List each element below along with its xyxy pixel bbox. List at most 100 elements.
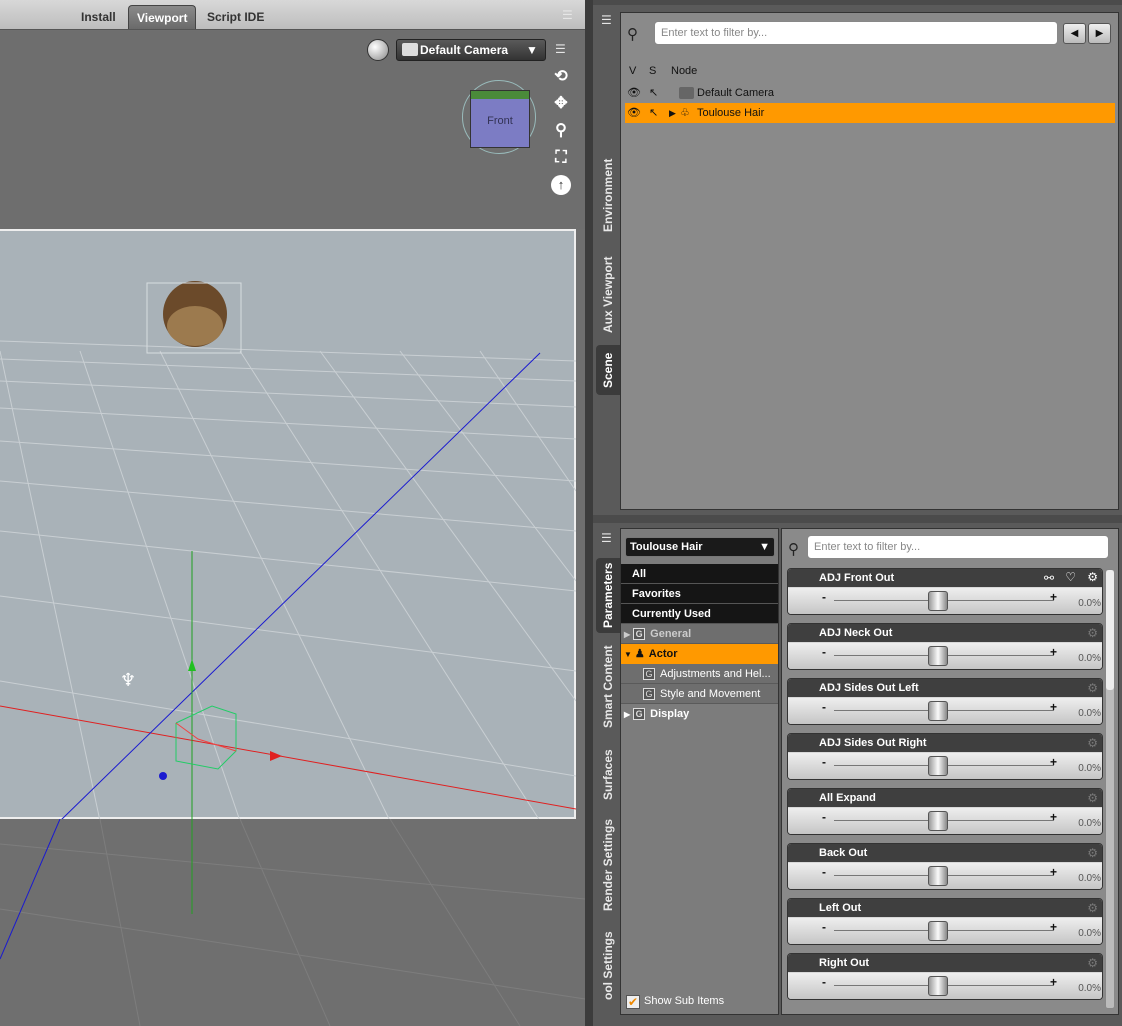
orbit-icon[interactable]: ⟲ xyxy=(551,67,571,87)
draw-style-icon[interactable] xyxy=(367,39,389,61)
increment-icon[interactable]: + xyxy=(1050,975,1057,989)
pan-icon[interactable]: ✥ xyxy=(551,94,571,114)
reset-icon[interactable]: ↑ xyxy=(551,175,571,195)
group-favorites[interactable]: Favorites xyxy=(621,584,778,604)
tab-render-settings[interactable]: Render Settings xyxy=(596,815,620,915)
group-actor[interactable]: ▼ ♟ Actor xyxy=(621,644,778,664)
decrement-icon[interactable]: - xyxy=(822,975,826,989)
scene-filter-input[interactable]: Enter text to filter by... xyxy=(654,21,1058,45)
slider-track[interactable]: - +0.0% xyxy=(788,588,1102,614)
increment-icon[interactable]: + xyxy=(1050,755,1057,769)
slider-knob[interactable] xyxy=(928,866,948,886)
tab-scene[interactable]: Scene xyxy=(596,345,620,395)
tab-aux-viewport[interactable]: Aux Viewport xyxy=(596,250,620,340)
slider-knob[interactable] xyxy=(928,756,948,776)
collapse-arrow-icon[interactable]: ▼ xyxy=(624,650,632,659)
slider-back-out[interactable]: Back Out ⚙ - +0.0% xyxy=(787,843,1103,890)
slider-knob[interactable] xyxy=(928,811,948,831)
slider-adj-sides-out-right[interactable]: ADJ Sides Out Right ⚙ - +0.0% xyxy=(787,733,1103,780)
slider-knob[interactable] xyxy=(928,591,948,611)
tab-script-ide[interactable]: Script IDE xyxy=(199,5,272,29)
slider-knob[interactable] xyxy=(928,701,948,721)
decrement-icon[interactable]: - xyxy=(822,865,826,879)
tab-surfaces[interactable]: Surfaces xyxy=(596,745,620,805)
slider-knob[interactable] xyxy=(928,921,948,941)
slider-right-out[interactable]: Right Out ⚙ - +0.0% xyxy=(787,953,1103,1000)
slider-value[interactable]: 0.0% xyxy=(1078,983,1101,994)
group-currently-used[interactable]: Currently Used xyxy=(621,604,778,624)
gear-icon[interactable]: ⚙ xyxy=(1087,736,1098,750)
decrement-icon[interactable]: - xyxy=(822,810,826,824)
slider-value[interactable]: 0.0% xyxy=(1078,708,1101,719)
col-visible[interactable]: V xyxy=(629,65,636,77)
slider-knob[interactable] xyxy=(928,646,948,666)
link-icon[interactable]: ⚯ xyxy=(1044,571,1054,585)
slider-adj-front-out[interactable]: ADJ Front Out ⚯ ♡ ⚙ - +0.0% xyxy=(787,568,1103,615)
pane-menu-icon[interactable]: ☰ xyxy=(562,8,578,22)
tab-smart-content[interactable]: Smart Content xyxy=(596,641,620,733)
slider-knob[interactable] xyxy=(928,976,948,996)
slider-value[interactable]: 0.0% xyxy=(1078,653,1101,664)
slider-track[interactable]: - +0.0% xyxy=(788,918,1102,944)
decrement-icon[interactable]: - xyxy=(822,590,826,604)
gear-icon[interactable]: ⚙ xyxy=(1087,846,1098,860)
gear-icon[interactable]: ⚙ xyxy=(1087,956,1098,970)
increment-icon[interactable]: + xyxy=(1050,645,1057,659)
scene-menu-icon[interactable]: ☰ xyxy=(601,13,617,27)
decrement-icon[interactable]: - xyxy=(822,755,826,769)
view-cube[interactable]: Front xyxy=(470,90,530,148)
increment-icon[interactable]: + xyxy=(1050,920,1057,934)
slider-track[interactable]: - +0.0% xyxy=(788,698,1102,724)
slider-left-out[interactable]: Left Out ⚙ - +0.0% xyxy=(787,898,1103,945)
eye-icon[interactable]: 👁 xyxy=(627,83,641,103)
slider-adj-sides-out-left[interactable]: ADJ Sides Out Left ⚙ - +0.0% xyxy=(787,678,1103,725)
increment-icon[interactable]: + xyxy=(1050,700,1057,714)
tab-tool-settings[interactable]: ool Settings xyxy=(596,928,620,1003)
col-node[interactable]: Node xyxy=(671,65,697,77)
zoom-icon[interactable]: ⚲ xyxy=(551,121,571,141)
increment-icon[interactable]: + xyxy=(1050,590,1057,604)
filter-next-button[interactable]: ▶ xyxy=(1088,23,1111,44)
select-arrow-icon[interactable]: ↖ xyxy=(649,103,658,123)
camera-select[interactable]: Default Camera ▼ xyxy=(396,39,546,61)
tab-environment[interactable]: Environment xyxy=(596,145,620,245)
params-menu-icon[interactable]: ☰ xyxy=(601,531,617,545)
expand-arrow-icon[interactable]: ▶ xyxy=(624,710,630,719)
group-general[interactable]: ▶ G General xyxy=(621,624,778,644)
slider-value[interactable]: 0.0% xyxy=(1078,818,1101,829)
col-selectable[interactable]: S xyxy=(649,65,656,77)
slider-value[interactable]: 0.0% xyxy=(1078,873,1101,884)
group-display[interactable]: ▶ G Display xyxy=(621,704,778,724)
gear-icon[interactable]: ⚙ xyxy=(1087,901,1098,915)
filter-prev-button[interactable]: ◀ xyxy=(1063,23,1086,44)
slider-value[interactable]: 0.0% xyxy=(1078,763,1101,774)
gear-icon[interactable]: ⚙ xyxy=(1087,626,1098,640)
show-sub-items-checkbox[interactable]: ✔ xyxy=(626,995,640,1009)
pane-splitter[interactable] xyxy=(585,0,593,1026)
sliders-scrollbar[interactable] xyxy=(1105,569,1115,1009)
expand-arrow-icon[interactable]: ▶ xyxy=(669,103,676,123)
gear-icon[interactable]: ⚙ xyxy=(1087,791,1098,805)
group-all[interactable]: All xyxy=(621,564,778,584)
expand-arrow-icon[interactable]: ▶ xyxy=(624,630,630,639)
tab-viewport[interactable]: Viewport xyxy=(128,5,197,29)
scene-node-row[interactable]: 👁 ↖ Default Camera xyxy=(625,83,1115,103)
increment-icon[interactable]: + xyxy=(1050,865,1057,879)
tab-parameters[interactable]: Parameters xyxy=(596,558,620,633)
viewport-canvas[interactable]: ♆ xyxy=(0,229,577,822)
scene-node-row-selected[interactable]: 👁 ↖ ▶ ♧ Toulouse Hair xyxy=(625,103,1115,123)
select-arrow-icon[interactable]: ↖ xyxy=(649,83,658,103)
scrollbar-thumb[interactable] xyxy=(1106,570,1114,690)
increment-icon[interactable]: + xyxy=(1050,810,1057,824)
tab-install[interactable]: Install xyxy=(73,5,124,29)
decrement-icon[interactable]: - xyxy=(822,645,826,659)
slider-track[interactable]: - +0.0% xyxy=(788,973,1102,999)
decrement-icon[interactable]: - xyxy=(822,700,826,714)
group-style-and-movement[interactable]: G Style and Movement xyxy=(621,684,778,704)
slider-value[interactable]: 0.0% xyxy=(1078,928,1101,939)
viewport-menu-icon[interactable]: ☰ xyxy=(555,42,571,56)
eye-icon[interactable]: 👁 xyxy=(627,103,641,123)
favorite-icon[interactable]: ♡ xyxy=(1065,570,1076,584)
slider-track[interactable]: - +0.0% xyxy=(788,808,1102,834)
gear-icon[interactable]: ⚙ xyxy=(1087,570,1098,584)
